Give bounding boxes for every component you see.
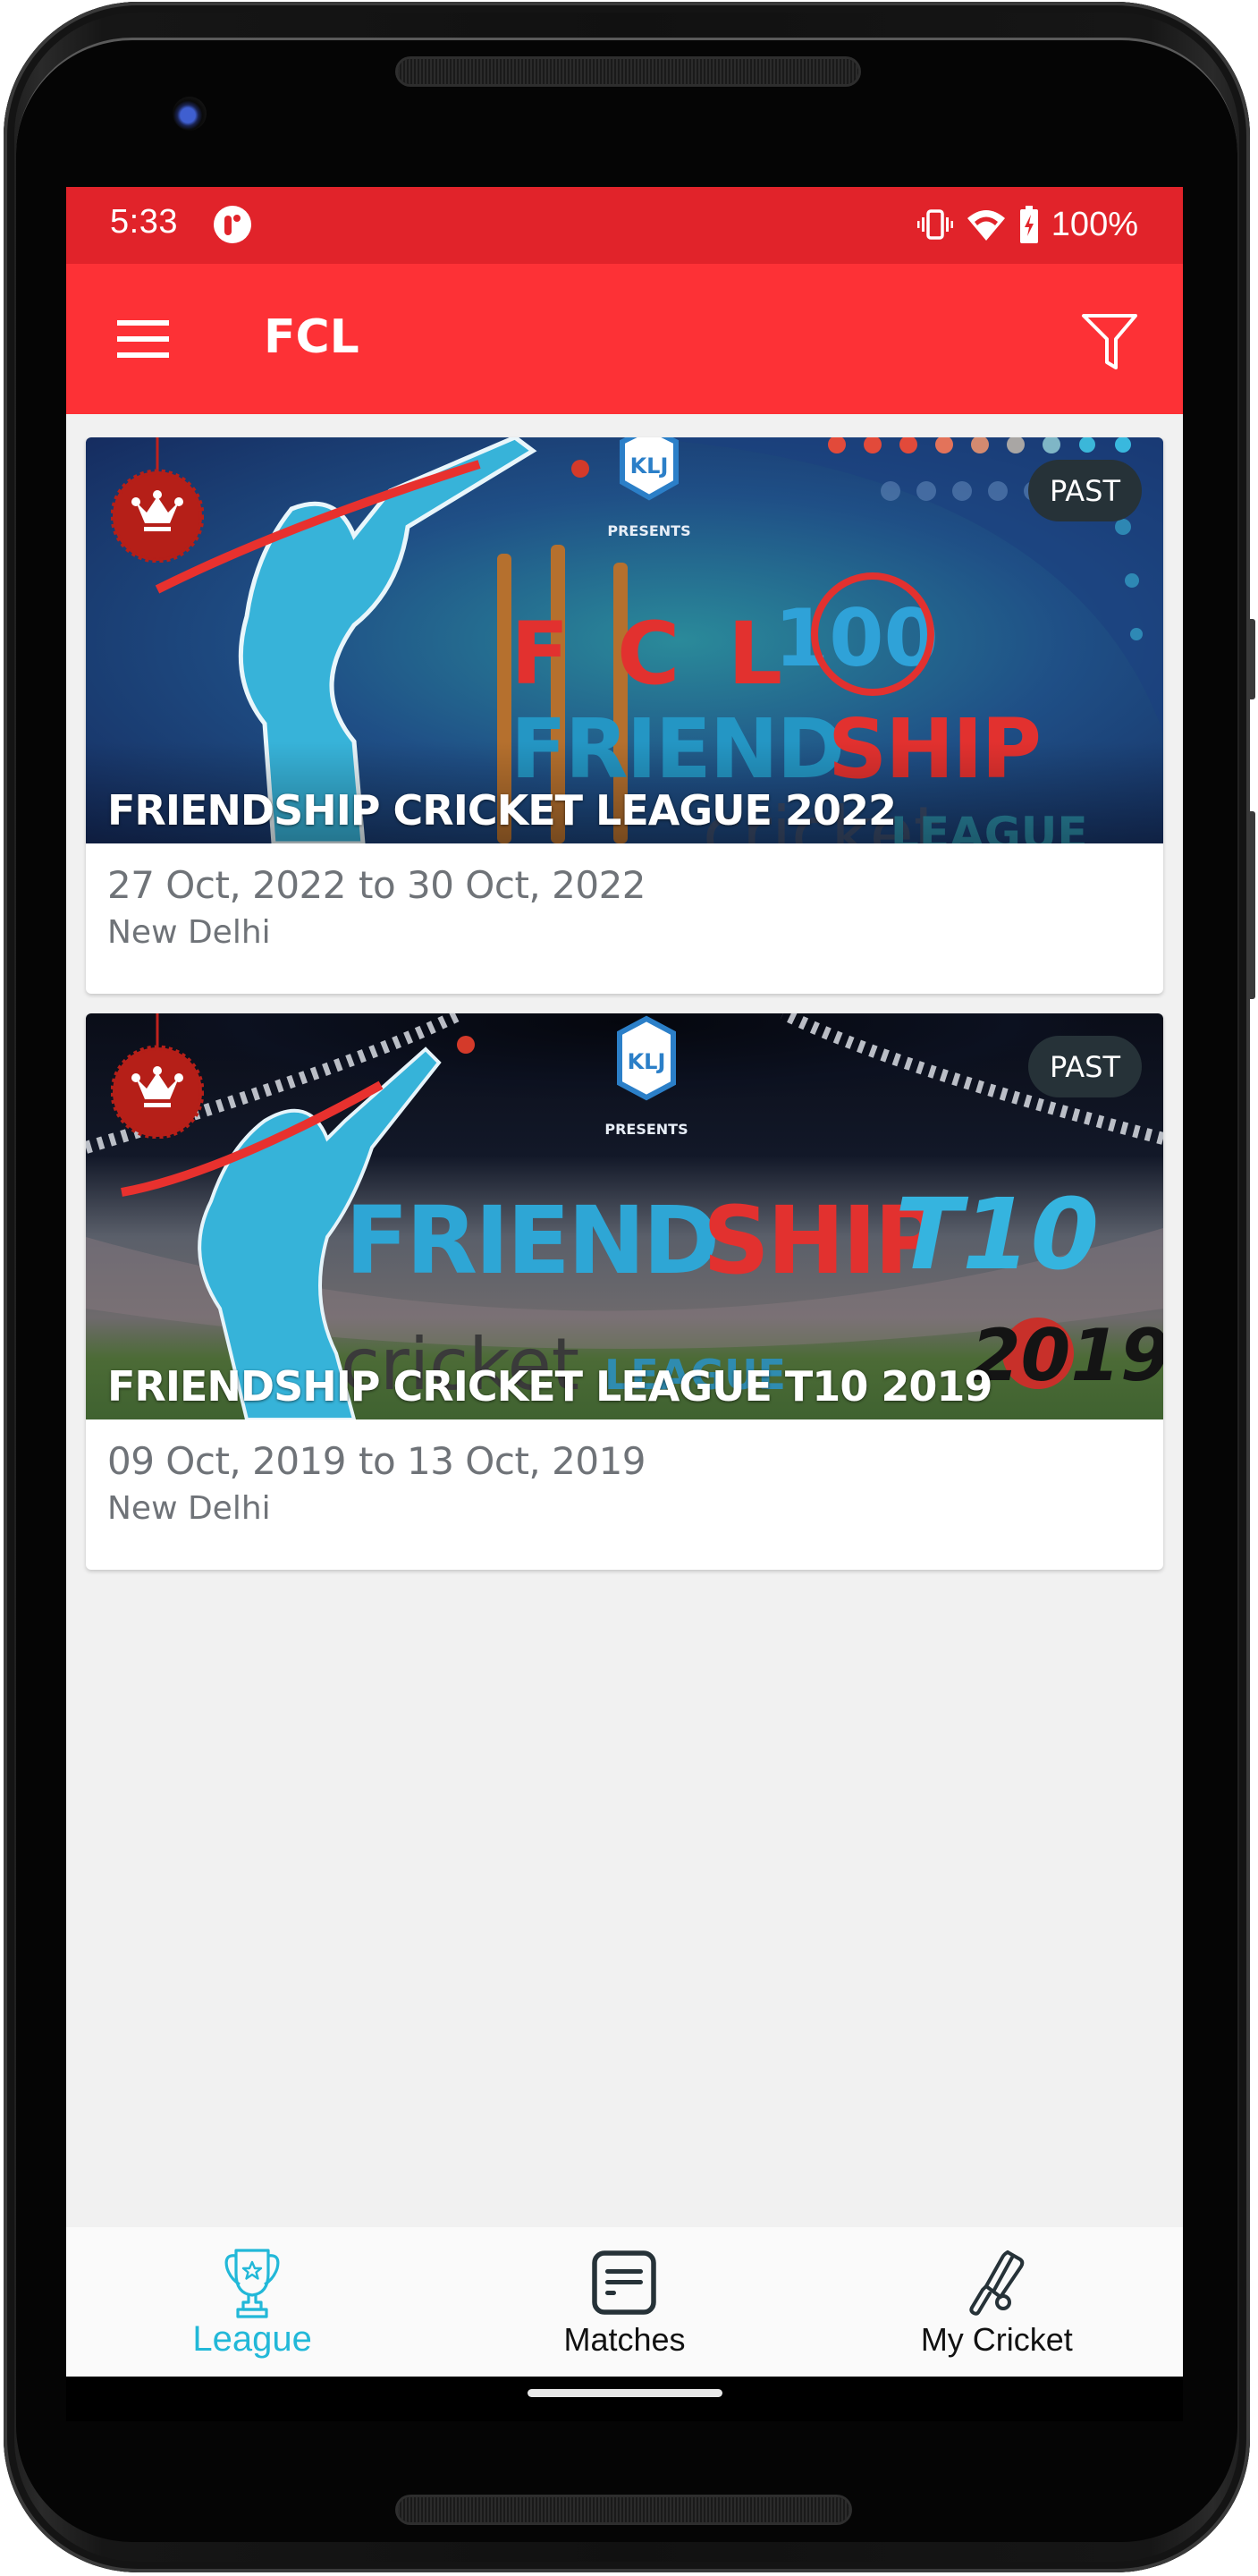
system-navigation-bar bbox=[66, 2377, 1183, 2421]
app-screen: 5:33 100% FCL KLJ PRESENTS F C L 100 PAS… bbox=[66, 187, 1183, 2421]
tab-matches[interactable]: Matches bbox=[438, 2227, 810, 2377]
league-title: FRIENDSHIP CRICKET LEAGUE T10 2019 bbox=[107, 1362, 992, 1411]
banner-edition: T10 bbox=[895, 1177, 1099, 1292]
league-location: New Delhi bbox=[107, 914, 271, 951]
banner-artwork: KLJ PRESENTS FRIEND SHIP T10 cricket LEA… bbox=[86, 1013, 1163, 1419]
earpiece-speaker bbox=[398, 59, 858, 84]
end-date: to 30 Oct, 2022 bbox=[359, 863, 646, 907]
league-banner-image: KLJ PRESENTS FRIEND SHIP T10 cricket LEA… bbox=[86, 1013, 1163, 1419]
battery-percentage: 100% bbox=[1051, 205, 1138, 243]
start-date: 27 Oct, 2022 bbox=[107, 863, 347, 907]
front-camera bbox=[173, 97, 207, 131]
tab-label: Matches bbox=[563, 2321, 686, 2358]
app-bar: FCL bbox=[66, 264, 1183, 414]
app-notification-icon bbox=[214, 206, 251, 243]
vibrate-icon bbox=[916, 209, 953, 240]
banner-line1: F C L bbox=[511, 604, 791, 704]
hamburger-menu-icon[interactable] bbox=[117, 320, 169, 358]
banner-sponsor-text: KLJ bbox=[630, 453, 669, 479]
crown-icon bbox=[111, 437, 204, 563]
status-bar: 5:33 100% bbox=[66, 187, 1183, 264]
banner-presents-text: PRESENTS bbox=[604, 1121, 688, 1138]
bottom-navigation: League Matches My Cricket bbox=[66, 2227, 1183, 2377]
banner-presents-text: PRESENTS bbox=[607, 522, 690, 539]
filter-icon[interactable] bbox=[1080, 312, 1139, 371]
banner-sponsor-text: KLJ bbox=[628, 1049, 666, 1074]
status-icons: 100% bbox=[916, 203, 1138, 246]
scorecard-icon bbox=[592, 2250, 657, 2315]
cricket-bat-icon bbox=[969, 2250, 1025, 2316]
power-button bbox=[1246, 619, 1255, 699]
app-title: FCL bbox=[264, 310, 359, 364]
volume-button bbox=[1246, 811, 1255, 999]
league-card[interactable]: KLJ PRESENTS FRIEND SHIP T10 cricket LEA… bbox=[86, 1013, 1163, 1570]
tab-label: My Cricket bbox=[920, 2321, 1073, 2358]
trophy-icon bbox=[224, 2249, 280, 2318]
start-date: 09 Oct, 2019 bbox=[107, 1439, 347, 1483]
crown-icon bbox=[111, 1013, 204, 1139]
battery-charging-icon bbox=[1019, 206, 1038, 243]
league-details: 27 Oct, 2022 to 30 Oct, 2022 New Delhi bbox=[86, 843, 1163, 951]
status-time: 5:33 bbox=[110, 203, 178, 241]
status-badge: PAST bbox=[1028, 1036, 1142, 1097]
league-card[interactable]: KLJ PRESENTS F C L 100 FRIEND SHIP crick… bbox=[86, 437, 1163, 994]
bottom-speaker bbox=[398, 2497, 849, 2522]
home-gesture-handle[interactable] bbox=[528, 2389, 722, 2397]
banner-year: 2019 bbox=[971, 1314, 1163, 1397]
status-badge: PAST bbox=[1028, 460, 1142, 521]
league-location: New Delhi bbox=[107, 1490, 271, 1527]
league-details: 09 Oct, 2019 to 13 Oct, 2019 New Delhi bbox=[86, 1419, 1163, 1527]
tab-label: League bbox=[192, 2319, 312, 2359]
wifi-icon bbox=[967, 210, 1005, 241]
league-dates: 09 Oct, 2019 to 13 Oct, 2019 bbox=[107, 1439, 1142, 1483]
end-date: to 13 Oct, 2019 bbox=[359, 1439, 646, 1483]
banner-line2a: FRIEND bbox=[345, 1186, 717, 1295]
tab-my-cricket[interactable]: My Cricket bbox=[811, 2227, 1183, 2377]
banner-artwork: KLJ PRESENTS F C L 100 FRIEND SHIP crick… bbox=[86, 437, 1163, 843]
league-banner-image: KLJ PRESENTS F C L 100 FRIEND SHIP crick… bbox=[86, 437, 1163, 843]
tab-league[interactable]: League bbox=[66, 2227, 438, 2377]
league-dates: 27 Oct, 2022 to 30 Oct, 2022 bbox=[107, 863, 1142, 907]
league-title: FRIENDSHIP CRICKET LEAGUE 2022 bbox=[107, 786, 897, 835]
